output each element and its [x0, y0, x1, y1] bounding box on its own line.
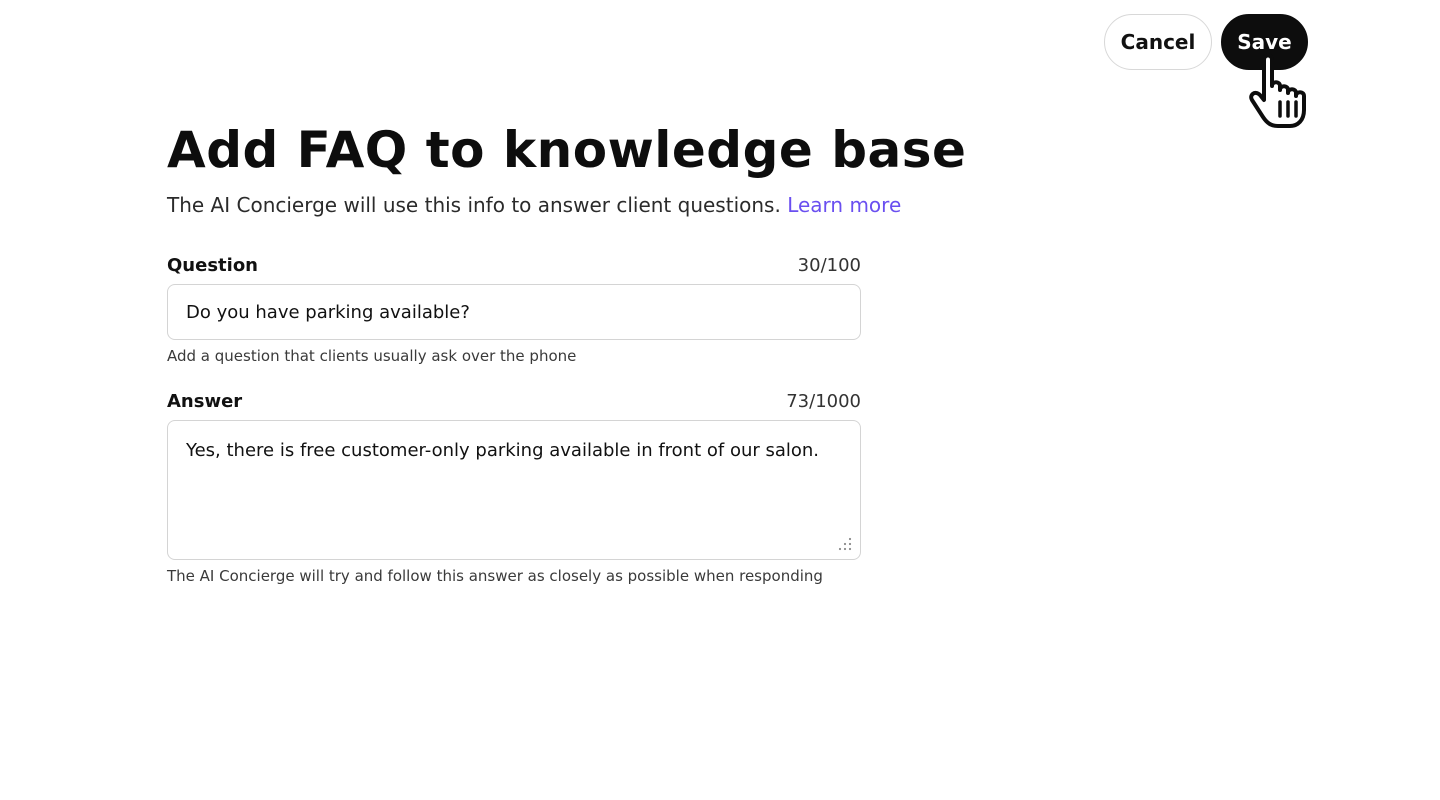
- question-char-count: 30/100: [797, 255, 861, 276]
- question-header: Question 30/100: [167, 255, 861, 276]
- answer-value: Yes, there is free customer-only parking…: [186, 440, 820, 461]
- cancel-button[interactable]: Cancel: [1104, 14, 1212, 70]
- page-title: Add FAQ to knowledge base: [167, 121, 967, 179]
- answer-hint: The AI Concierge will try and follow thi…: [167, 567, 823, 585]
- question-value: Do you have parking available?: [186, 301, 470, 323]
- answer-label: Answer: [167, 391, 243, 412]
- learn-more-link[interactable]: Learn more: [787, 193, 901, 217]
- subtitle-text: The AI Concierge will use this info to a…: [167, 193, 781, 217]
- faq-editor-page: Cancel Save Add FAQ to knowledge base Th…: [0, 0, 1440, 800]
- question-label: Question: [167, 255, 258, 276]
- hand-pointer-icon: [1249, 53, 1306, 128]
- faq-form: Add FAQ to knowledge base The AI Concier…: [167, 118, 967, 585]
- question-hint: Add a question that clients usually ask …: [167, 347, 577, 365]
- answer-header: Answer 73/1000: [167, 391, 861, 412]
- question-input[interactable]: Do you have parking available?: [167, 284, 861, 340]
- answer-char-count: 73/1000: [786, 391, 861, 412]
- resize-grip-icon[interactable]: [838, 537, 852, 551]
- page-subtitle: The AI Concierge will use this info to a…: [167, 190, 901, 220]
- answer-textarea[interactable]: Yes, there is free customer-only parking…: [167, 420, 861, 560]
